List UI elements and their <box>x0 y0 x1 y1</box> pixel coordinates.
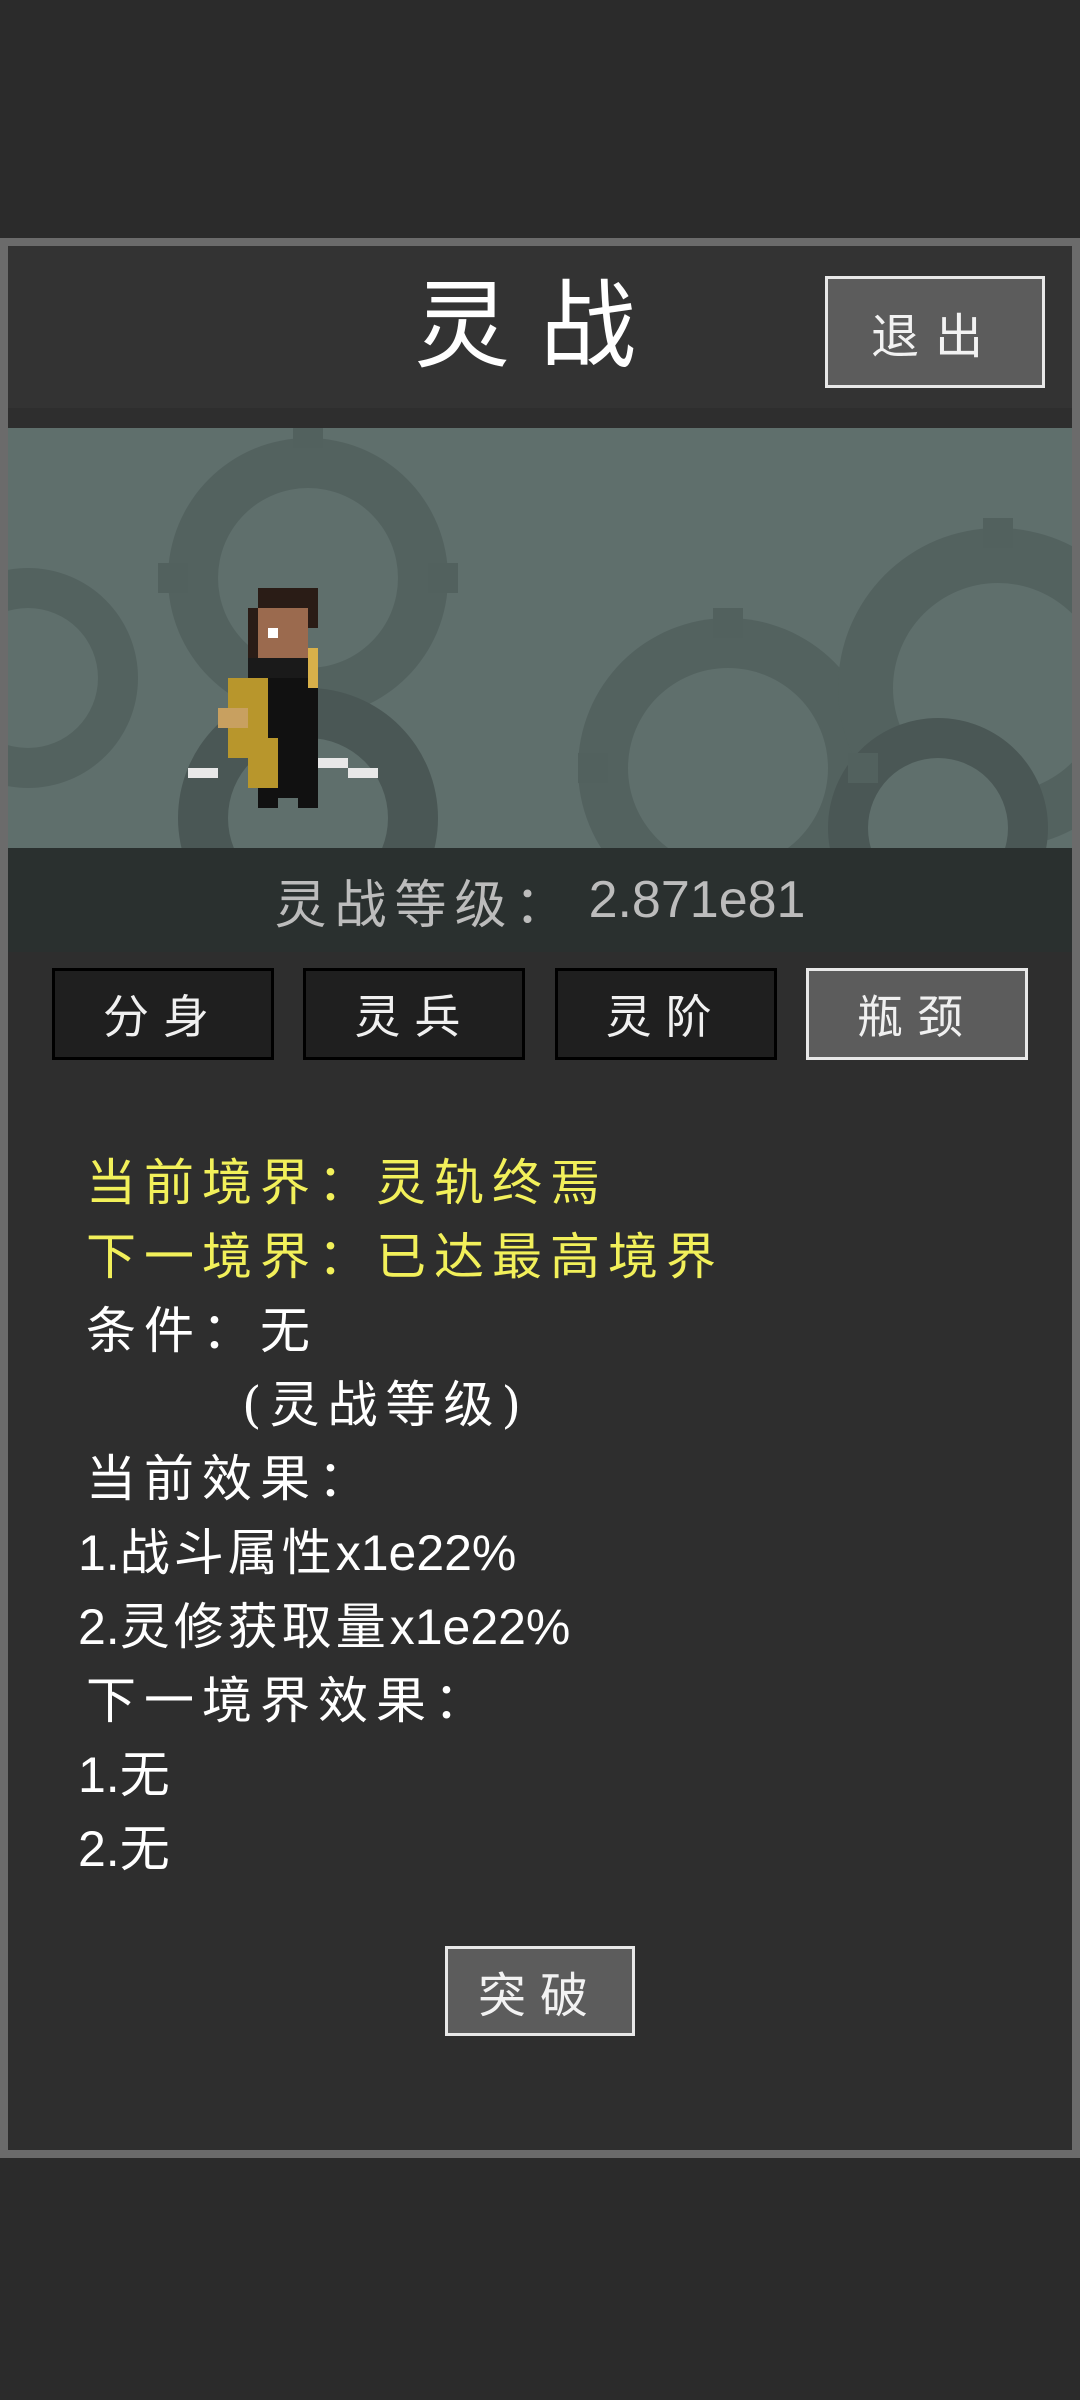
exit-button[interactable]: 退出 <box>825 276 1045 388</box>
tab-spirit-weapon[interactable]: 灵兵 <box>303 968 526 1060</box>
next-realm-line: 下一境界：已达最高境界 <box>86 1220 1046 1294</box>
next-effect-item: 2.无 <box>78 1812 1046 1886</box>
effect-value: x1e22% <box>335 1525 517 1581</box>
header: 灵战 退出 <box>8 246 1072 408</box>
effect-index: 1. <box>78 1747 120 1803</box>
effect-index: 1. <box>78 1525 120 1581</box>
effect-text: 战斗属性 <box>119 1524 336 1582</box>
level-label: 灵战等级： <box>274 875 575 936</box>
current-realm-value: 灵轨终焉 <box>376 1154 608 1212</box>
current-effects-label: 当前效果： <box>86 1450 376 1508</box>
effect-index: 2. <box>78 1821 120 1877</box>
tab-clone[interactable]: 分身 <box>52 968 274 1060</box>
gears-background <box>8 428 1072 848</box>
tab-spirit-rank[interactable]: 灵阶 <box>554 968 777 1060</box>
condition-label: 条件： <box>86 1302 260 1360</box>
realm-info: 当前境界：灵轨终焉 下一境界：已达最高境界 条件：无 (灵战等级) 当前效果： … <box>78 1146 1046 1886</box>
character-banner <box>8 428 1072 848</box>
effect-value: x1e22% <box>389 1599 571 1655</box>
effect-index: 2. <box>78 1599 120 1655</box>
panel-content: 灵战 退出 灵战等级： 2.871e81 分身 灵兵 灵阶 瓶颈 当前境界：灵轨… <box>8 246 1072 2150</box>
level-bar: 灵战等级： 2.871e81 <box>8 848 1072 952</box>
next-effects-label: 下一境界效果： <box>86 1672 492 1730</box>
condition-line: 条件：无 <box>86 1294 1046 1368</box>
breakthrough-button[interactable]: 突破 <box>445 1946 635 2036</box>
condition-value: 无 <box>260 1302 318 1360</box>
level-value: 2.871e81 <box>588 871 806 929</box>
current-effect-item: 1.战斗属性x1e22% <box>78 1516 1046 1590</box>
effect-text: 灵修获取量 <box>119 1598 390 1656</box>
character-sprite <box>188 588 378 808</box>
effect-text: 无 <box>119 1746 178 1804</box>
effect-text: 无 <box>119 1820 178 1878</box>
next-realm-label: 下一境界： <box>86 1228 376 1286</box>
current-realm-label: 当前境界： <box>86 1154 376 1212</box>
condition-note: (灵战等级) <box>242 1376 530 1434</box>
next-realm-value: 已达最高境界 <box>376 1228 724 1286</box>
main-panel: 灵战 退出 灵战等级： 2.871e81 分身 灵兵 灵阶 瓶颈 当前境界：灵轨… <box>0 238 1080 2158</box>
current-effect-item: 2.灵修获取量x1e22% <box>78 1590 1046 1664</box>
next-effect-item: 1.无 <box>78 1738 1046 1812</box>
tab-bar: 分身 灵兵 灵阶 瓶颈 <box>52 968 1028 1060</box>
tab-bottleneck[interactable]: 瓶颈 <box>805 968 1028 1060</box>
current-realm-line: 当前境界：灵轨终焉 <box>86 1146 1046 1220</box>
